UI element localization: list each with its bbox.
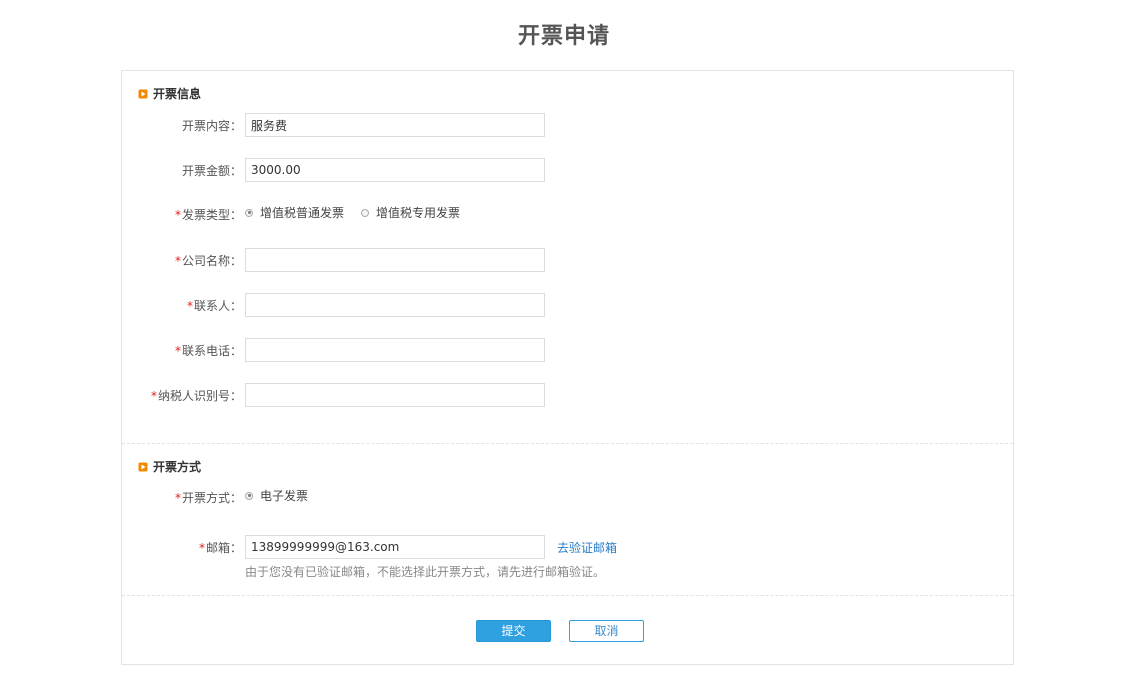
invoice-amount-input[interactable] xyxy=(245,158,545,182)
invoice-content-input[interactable] xyxy=(245,113,545,137)
section-invoice-method: 开票方式 xyxy=(138,458,201,475)
invoice-method-radio-group: 电子发票 xyxy=(245,487,325,504)
submit-button[interactable]: 提交 xyxy=(476,620,551,642)
section-title: 开票信息 xyxy=(153,87,202,101)
radio-special-invoice[interactable]: 增值税专用发票 xyxy=(361,204,460,221)
row-invoice-content: 开票内容： xyxy=(122,113,1013,137)
contact-label: *联系人： xyxy=(186,299,242,313)
company-name-label: *公司名称： xyxy=(174,254,242,268)
radio-label: 增值税专用发票 xyxy=(376,206,461,220)
tax-id-input[interactable] xyxy=(245,383,545,407)
row-company-name: *公司名称： xyxy=(122,248,1013,272)
row-phone: *联系电话： xyxy=(122,338,1013,362)
invoice-amount-label: 开票金额： xyxy=(181,164,242,178)
radio-selected-icon[interactable] xyxy=(245,208,253,217)
actions-divider xyxy=(122,595,1013,596)
email-input[interactable] xyxy=(245,535,545,559)
radio-label: 电子发票 xyxy=(260,489,309,503)
play-triangle-icon xyxy=(138,89,148,99)
invoice-method-label: *开票方式： xyxy=(174,491,242,505)
section-divider xyxy=(122,443,1013,444)
invoice-type-label: *发票类型： xyxy=(174,208,242,222)
radio-selected-icon[interactable] xyxy=(245,491,253,500)
email-label: *邮箱： xyxy=(198,541,242,555)
row-invoice-type: *发票类型： 增值税普通发票 增值税专用发票 xyxy=(122,202,1013,226)
section-title: 开票方式 xyxy=(153,460,202,474)
company-name-input[interactable] xyxy=(245,248,545,272)
tax-id-label: *纳税人识别号： xyxy=(150,389,242,403)
radio-e-invoice[interactable]: 电子发票 xyxy=(245,487,308,504)
row-invoice-method: *开票方式： 电子发票 xyxy=(122,485,1013,509)
email-hint: 由于您没有已验证邮箱，不能选择此开票方式，请先进行邮箱验证。 xyxy=(245,565,606,579)
radio-unselected-icon[interactable] xyxy=(361,208,370,217)
invoice-form: 开票信息 开票内容： 开票金额： *发票类型： 增值税普通发票 增值税专用发票 … xyxy=(121,70,1014,665)
verify-email-link[interactable]: 去验证邮箱 xyxy=(557,539,617,556)
radio-normal-invoice[interactable]: 增值税普通发票 xyxy=(245,204,344,221)
phone-input[interactable] xyxy=(245,338,545,362)
radio-label: 增值税普通发票 xyxy=(260,206,345,220)
row-tax-id: *纳税人识别号： xyxy=(122,383,1013,407)
section-invoice-info: 开票信息 xyxy=(138,85,201,102)
row-invoice-amount: 开票金额： xyxy=(122,158,1013,182)
invoice-type-radio-group: 增值税普通发票 增值税专用发票 xyxy=(245,204,477,221)
contact-input[interactable] xyxy=(245,293,545,317)
play-triangle-icon xyxy=(138,462,148,472)
page-title: 开票申请 xyxy=(517,24,610,49)
phone-label: *联系电话： xyxy=(174,344,242,358)
invoice-content-label: 开票内容： xyxy=(181,119,242,133)
cancel-button[interactable]: 取消 xyxy=(569,620,644,642)
row-contact: *联系人： xyxy=(122,293,1013,317)
row-email: *邮箱： 去验证邮箱 由于您没有已验证邮箱，不能选择此开票方式，请先进行邮箱验证… xyxy=(122,535,1013,579)
